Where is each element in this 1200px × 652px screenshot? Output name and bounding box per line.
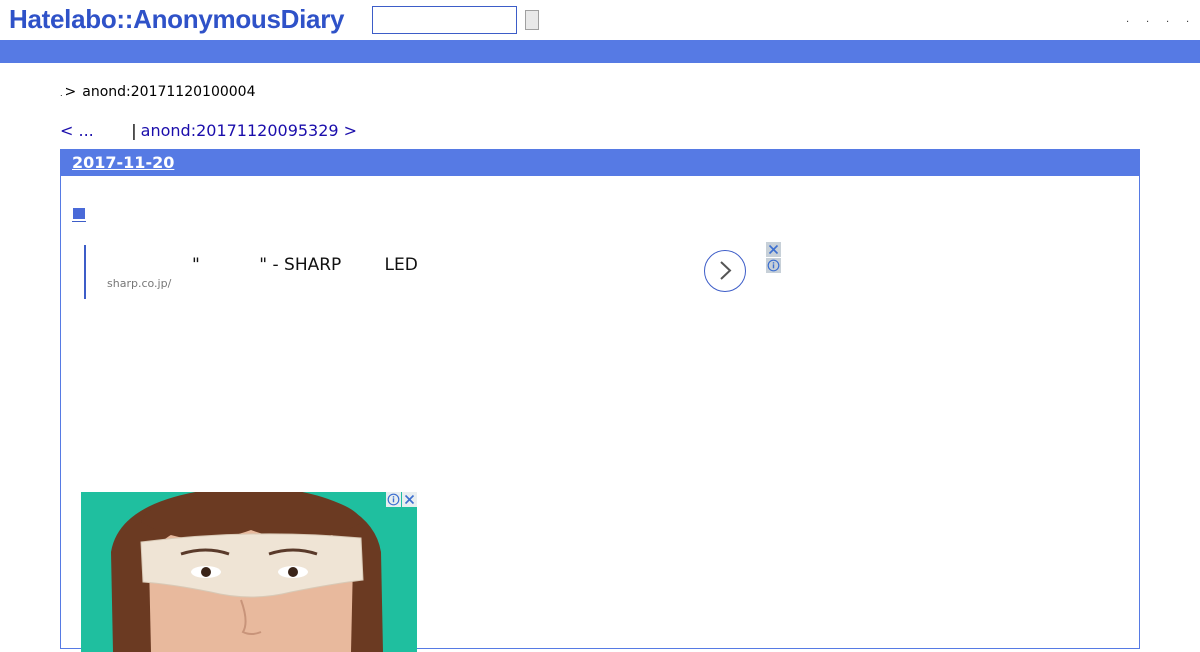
breadcrumb-separator: > xyxy=(64,84,77,100)
header-link[interactable]: . xyxy=(1166,14,1169,25)
pager: < ... | anond:20171120095329 > xyxy=(60,121,357,140)
info-icon[interactable] xyxy=(766,258,781,273)
day-date-link[interactable]: 2017-11-20 xyxy=(72,153,174,172)
header-link[interactable]: . xyxy=(1146,14,1149,25)
info-icon[interactable] xyxy=(386,492,401,507)
close-icon[interactable] xyxy=(766,242,781,257)
search-input[interactable] xyxy=(372,6,517,34)
next-entry-link[interactable]: anond:20171120095329 > xyxy=(141,121,357,140)
ad-photo xyxy=(81,492,417,652)
text-ad[interactable]: " " - SHARP LED sharp.co.jp/ xyxy=(84,242,784,299)
chevron-right-icon[interactable] xyxy=(704,250,746,292)
section-square-icon xyxy=(73,208,85,219)
header-link[interactable]: . xyxy=(1186,14,1189,25)
breadcrumb-current: anond:20171120100004 xyxy=(82,84,256,100)
header-link[interactable]: . xyxy=(1126,14,1129,25)
header-bar xyxy=(0,40,1200,63)
header-links: . . . . xyxy=(1120,14,1192,28)
day-section: 2017-11-20 " " - SHARP LED sharp.co.jp/ xyxy=(60,149,1140,652)
site-header: Hatelabo::AnonymousDiary . . . . xyxy=(0,0,1200,40)
ad-url[interactable]: sharp.co.jp/ xyxy=(107,277,171,290)
ad-accent-bar xyxy=(84,245,86,299)
section-permalink[interactable] xyxy=(72,208,86,222)
search-button[interactable] xyxy=(525,10,539,30)
image-ad[interactable] xyxy=(81,492,417,652)
breadcrumb: . > anond:20171120100004 xyxy=(60,84,255,100)
ad-headline[interactable]: " " - SHARP LED xyxy=(192,255,418,275)
breadcrumb-home-link[interactable]: . xyxy=(60,89,63,98)
site-logo[interactable]: Hatelabo::AnonymousDiary xyxy=(9,4,344,35)
close-icon[interactable] xyxy=(402,492,417,507)
day-header: 2017-11-20 xyxy=(61,150,1139,176)
pager-separator: | xyxy=(131,121,137,140)
prev-entry-link[interactable]: < ... xyxy=(60,121,124,140)
